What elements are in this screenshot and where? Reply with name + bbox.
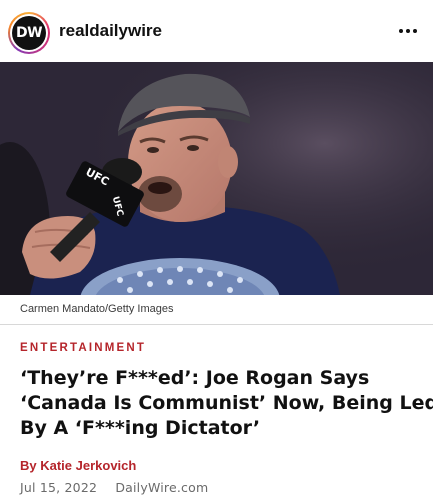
article-headline[interactable]: ‘They’re F***ed’: Joe Rogan Says ‘Canada… [20,366,433,441]
post-header: DW realdailywire [0,0,433,62]
more-horizontal-icon [399,29,417,33]
more-options-button[interactable] [397,20,419,42]
section-label[interactable]: ENTERTAINMENT [20,342,146,354]
article-meta: Jul 15, 2022 DailyWire.com [20,480,208,495]
headline-line: ‘They’re F***ed’: Joe Rogan Says [20,367,370,389]
headline-line: ‘Canada Is Communist’ Now, Being Led [20,391,433,414]
story-ring[interactable]: DW [8,12,50,54]
source-domain: DailyWire.com [115,480,209,495]
photo-credit: Carmen Mandato/Getty Images [20,303,174,315]
username-link[interactable]: realdailywire [59,21,162,41]
photo-illustration: UFC UFC [0,62,433,295]
article-photo[interactable]: UFC UFC [0,62,433,295]
author-byline[interactable]: By Katie Jerkovich [20,458,136,473]
divider [0,324,433,325]
headline-line: By A ‘F***ing Dictator’ [20,416,261,439]
publish-date: Jul 15, 2022 [20,480,98,495]
avatar[interactable]: DW [12,16,46,50]
